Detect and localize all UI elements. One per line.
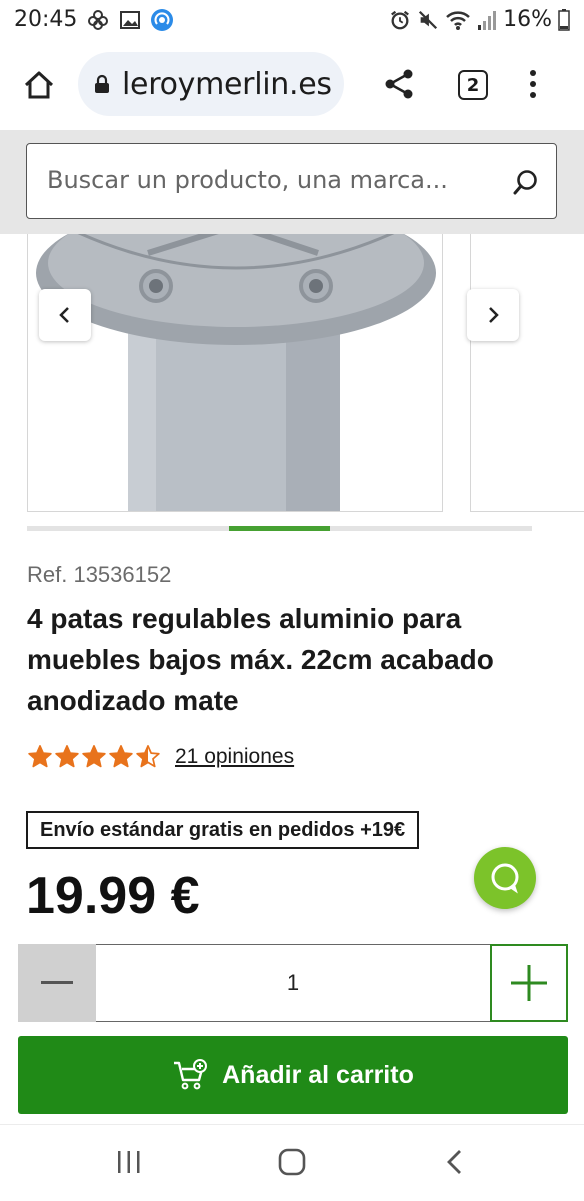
search-icon[interactable] (512, 168, 540, 196)
chevron-left-icon (58, 306, 72, 324)
wifi-icon (445, 9, 471, 31)
nav-home-icon[interactable] (278, 1148, 306, 1176)
add-to-cart-icon (172, 1059, 208, 1091)
star-half-icon (135, 744, 161, 770)
carousel-progress-indicator (229, 526, 330, 531)
gallery-icon (118, 8, 142, 32)
nav-back-icon[interactable] (444, 1148, 464, 1176)
address-bar[interactable]: leroymerlin.es (78, 52, 344, 116)
add-to-cart-label: Añadir al carrito (222, 1060, 414, 1089)
next-product-image (470, 234, 584, 512)
reviews-link[interactable]: 21 opiniones (175, 745, 294, 769)
star-full-icon (108, 744, 134, 770)
product-price: 19.99 € (26, 867, 200, 925)
shipping-badge: Envío estándar gratis en pedidos +19€ (26, 811, 420, 849)
star-full-icon (27, 744, 53, 770)
status-bar: 20:45 16% (0, 0, 584, 40)
url-text: leroymerlin.es (122, 67, 332, 102)
alarm-icon (389, 9, 411, 31)
browser-toolbar: leroymerlin.es 2 (0, 40, 584, 130)
search-input[interactable]: Buscar un producto, una marca... (26, 143, 557, 219)
carousel-progress-track (27, 526, 532, 531)
more-options-icon[interactable] (528, 68, 538, 100)
product-title: 4 patas regulables aluminio para muebles… (27, 603, 494, 716)
chat-bubble-icon (488, 861, 522, 895)
signal-icon (477, 9, 497, 31)
rating-stars (27, 744, 161, 770)
search-band: Buscar un producto, una marca... (0, 130, 584, 234)
product-reference: Ref. 13536152 (27, 562, 172, 587)
chevron-right-icon (486, 306, 500, 324)
flower-icon (86, 8, 110, 32)
lock-icon (94, 74, 110, 94)
star-full-icon (81, 744, 107, 770)
quantity-input[interactable]: 1 (96, 944, 490, 1022)
quantity-stepper: 1 (18, 944, 568, 1022)
search-placeholder: Buscar un producto, una marca... (47, 166, 448, 194)
add-to-cart-button[interactable]: Añadir al carrito (18, 1036, 568, 1114)
quantity-increase-button[interactable] (490, 944, 568, 1022)
carousel-prev-button[interactable] (39, 289, 91, 341)
star-full-icon (54, 744, 80, 770)
home-icon[interactable] (20, 66, 58, 104)
quantity-decrease-button[interactable] (18, 944, 96, 1022)
battery-icon (558, 8, 570, 31)
product-image-carousel[interactable] (0, 234, 584, 534)
hotspot-icon (150, 8, 174, 32)
chat-button[interactable] (474, 847, 536, 909)
product-rating: 21 opiniones (27, 744, 294, 770)
system-navigation-bar (0, 1124, 584, 1201)
share-icon[interactable] (384, 68, 414, 100)
minus-icon (41, 981, 73, 985)
mute-icon (417, 9, 439, 31)
recent-apps-icon[interactable] (116, 1149, 142, 1175)
plus-icon (511, 965, 547, 1001)
status-time: 20:45 (14, 7, 78, 32)
product-image (27, 234, 443, 512)
tab-switcher-button[interactable]: 2 (458, 70, 488, 100)
carousel-next-button[interactable] (467, 289, 519, 341)
battery-percent: 16% (503, 7, 552, 32)
